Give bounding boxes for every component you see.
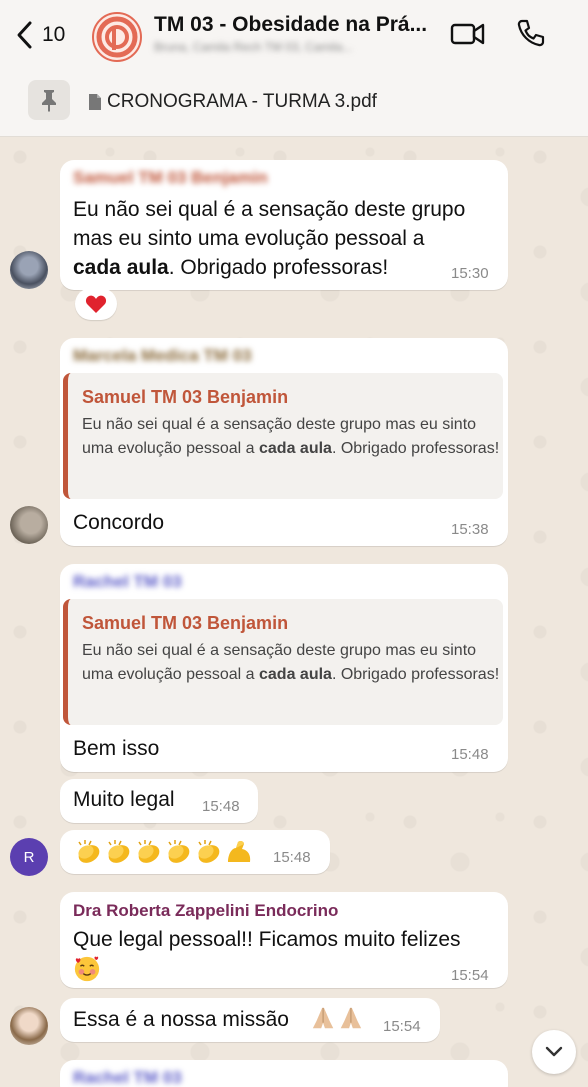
pinned-file[interactable]: CRONOGRAMA - TURMA 3.pdf: [88, 91, 377, 113]
avatar-initial: R: [23, 848, 35, 866]
message-bubble[interactable]: Dra Roberta Zappelini Endocrino Que lega…: [60, 892, 508, 988]
avatar-marcela[interactable]: [10, 506, 48, 544]
voice-call-button[interactable]: [516, 18, 546, 48]
sender-name: Rachel TM 03: [73, 572, 182, 591]
video-call-icon: [450, 23, 485, 45]
emoji-message: [74, 838, 254, 866]
pin-button[interactable]: [28, 80, 70, 120]
heart-icon: [85, 295, 107, 313]
message-time: 15:48: [451, 746, 489, 763]
chevron-down-icon: [545, 1046, 563, 1057]
message-text: Que legal pessoal!! Ficamos muito felize…: [73, 928, 461, 951]
message-time: 15:54: [383, 1018, 421, 1035]
avatar-samuel[interactable]: [10, 251, 48, 289]
group-title[interactable]: TM 03 - Obesidade na Prá...: [154, 13, 444, 37]
sender-name: Samuel TM 03 Benjamin: [73, 168, 268, 187]
sender-name: Marcela Medica TM 03: [73, 346, 252, 365]
quoted-message[interactable]: Samuel TM 03 Benjamin Eu não sei qual é …: [63, 373, 503, 499]
quoted-text: Eu não sei qual é a sensação deste grupo…: [82, 642, 500, 683]
message-text: Eu não sei qual é a sensação deste grupo…: [73, 198, 466, 279]
message-bubble[interactable]: Rachel TM 03: [60, 1060, 508, 1087]
folded-hands-icon: [312, 1007, 362, 1029]
group-members-subtitle: Bruna, Camila Rech TM 03, Camila...: [154, 40, 353, 54]
sender-name: Dra Roberta Zappelini Endocrino: [73, 901, 339, 920]
avatar-roberta[interactable]: [10, 1007, 48, 1045]
unread-count: 10: [42, 23, 66, 46]
document-icon: [89, 94, 101, 110]
message-time: 15:48: [273, 849, 311, 866]
message-bubble[interactable]: Samuel TM 03 Benjamin Eu não sei qual é …: [60, 160, 508, 290]
clapping-hands-icon: [78, 840, 100, 863]
message-text: Concordo: [73, 511, 165, 534]
message-bubble[interactable]: Marcela Medica TM 03 Samuel TM 03 Benjam…: [60, 338, 508, 546]
clapping-hands-icon: [138, 840, 160, 863]
message-bubble[interactable]: Rachel TM 03 Samuel TM 03 Benjamin Eu nã…: [60, 564, 508, 772]
message-text: Essa é a nossa missão: [73, 1008, 289, 1031]
message-time: 15:38: [451, 521, 489, 538]
flexed-biceps-icon: [228, 840, 251, 862]
quoted-message[interactable]: Samuel TM 03 Benjamin Eu não sei qual é …: [63, 599, 503, 725]
message-text: Muito legal: [73, 788, 175, 811]
phone-call-icon: [517, 19, 545, 47]
chat-header: 10 TM 03 - Obesidade na Prá... Bruna, Ca…: [0, 0, 588, 70]
message-bubble[interactable]: Essa é a nossa missão 15:54: [60, 998, 440, 1042]
avatar-rachel[interactable]: R: [10, 838, 48, 876]
clapping-hands-icon: [108, 840, 130, 863]
clapping-hands-icon: [168, 840, 190, 863]
group-avatar[interactable]: [92, 12, 142, 62]
reaction-badge[interactable]: [75, 288, 117, 320]
quoted-text: Eu não sei qual é a sensação deste grupo…: [82, 416, 500, 457]
group-logo-icon: [96, 16, 138, 58]
scroll-to-bottom-button[interactable]: [532, 1030, 576, 1074]
pinned-file-name: CRONOGRAMA - TURMA 3.pdf: [107, 91, 377, 112]
back-button[interactable]: 10: [14, 18, 65, 52]
smiling-face-with-hearts-icon: [74, 956, 100, 982]
message-time: 15:48: [202, 798, 240, 815]
quoted-sender: Samuel TM 03 Benjamin: [82, 387, 289, 407]
back-chevron-icon: [17, 21, 32, 49]
video-call-button[interactable]: [450, 20, 486, 48]
quoted-sender: Samuel TM 03 Benjamin: [82, 613, 289, 633]
sender-name: Rachel TM 03: [73, 1068, 182, 1087]
clapping-hands-icon: [198, 840, 220, 863]
message-time: 15:54: [451, 967, 489, 984]
pin-icon: [42, 90, 56, 112]
pinned-message-bar[interactable]: CRONOGRAMA - TURMA 3.pdf: [0, 70, 588, 137]
message-bubble[interactable]: Muito legal 15:48: [60, 779, 258, 823]
message-time: 15:30: [451, 265, 489, 282]
message-text: Bem isso: [73, 737, 160, 760]
